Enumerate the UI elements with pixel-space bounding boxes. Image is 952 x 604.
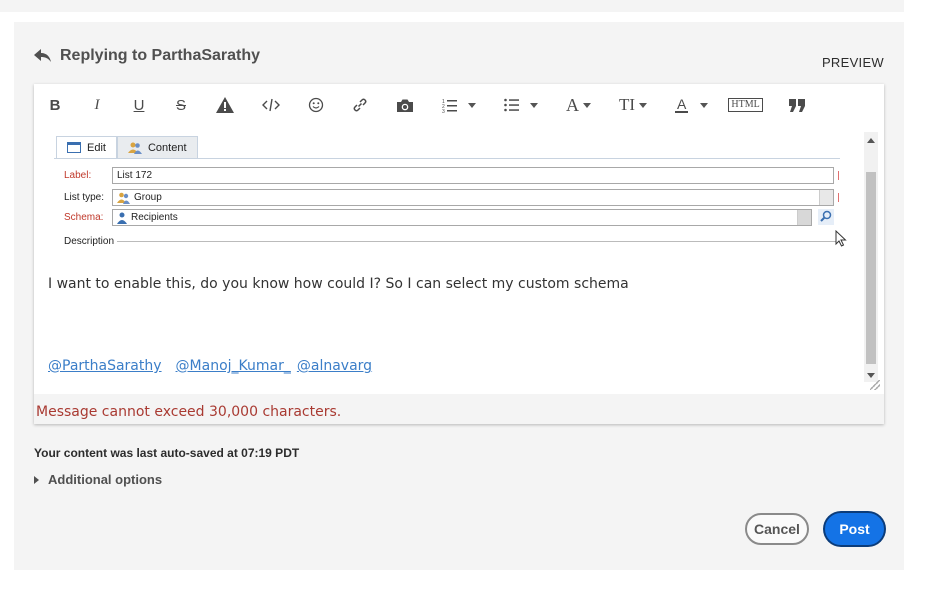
window-icon bbox=[67, 142, 81, 153]
editor-toolbar: B I U S 123 A TI A HTML bbox=[34, 84, 884, 126]
font-size-button[interactable]: TI bbox=[619, 91, 648, 119]
reply-arrow-icon bbox=[34, 49, 51, 62]
quote-icon bbox=[788, 98, 805, 112]
camera-button[interactable] bbox=[396, 91, 414, 119]
screenshot-tab-edit: Edit bbox=[56, 136, 117, 158]
scroll-up-icon[interactable] bbox=[867, 138, 875, 143]
rich-text-editor[interactable]: B I U S 123 A TI A HTML Edit Content Lab… bbox=[34, 84, 884, 424]
person-icon bbox=[117, 212, 127, 224]
strikethrough-button[interactable]: S bbox=[174, 91, 188, 119]
cancel-button[interactable]: Cancel bbox=[745, 513, 809, 545]
mentions-row: @ParthaSarathy @Manoj_Kumar_ @alnavarg bbox=[48, 358, 372, 374]
editor-scrollbar[interactable] bbox=[864, 132, 878, 382]
warning-icon bbox=[216, 97, 234, 113]
resize-handle[interactable] bbox=[870, 380, 880, 390]
reply-title: Replying to ParthaSarathy bbox=[60, 47, 261, 64]
screenshot-tab-label: Content bbox=[147, 141, 187, 154]
font-color-button[interactable]: A bbox=[675, 91, 709, 119]
link-icon bbox=[353, 98, 367, 112]
screenshot-value-text: Group bbox=[134, 192, 162, 203]
embedded-screenshot: Edit Content Label: List 172 List type: bbox=[54, 132, 847, 252]
chevron-down-icon bbox=[530, 102, 538, 108]
emoji-icon bbox=[308, 97, 324, 113]
quote-button[interactable] bbox=[788, 91, 806, 119]
bold-button[interactable]: B bbox=[48, 91, 62, 119]
screenshot-field-label: Schema: bbox=[64, 212, 104, 223]
editor-content[interactable]: Edit Content Label: List 172 List type: bbox=[34, 132, 864, 382]
reply-heading: Replying to ParthaSarathy bbox=[34, 47, 260, 65]
chevron-down-icon bbox=[639, 102, 648, 108]
magnifier-icon bbox=[818, 209, 834, 225]
screenshot-description-label: Description bbox=[64, 236, 115, 247]
top-strip bbox=[0, 0, 904, 12]
svg-text:3: 3 bbox=[442, 109, 445, 113]
screenshot-tab-label: Edit bbox=[87, 141, 106, 154]
html-glyph: HTML bbox=[728, 98, 763, 112]
preview-tab[interactable]: PREVIEW bbox=[822, 55, 884, 70]
screenshot-field-value: Recipients bbox=[112, 209, 812, 226]
camera-icon bbox=[397, 99, 413, 112]
mention-link[interactable]: @alnavarg bbox=[297, 358, 372, 374]
scroll-thumb[interactable] bbox=[866, 172, 876, 364]
required-mark bbox=[838, 193, 839, 202]
code-icon bbox=[262, 98, 280, 112]
post-button[interactable]: Post bbox=[825, 513, 884, 545]
chevron-down-icon bbox=[468, 102, 476, 108]
screenshot-field-label: Label: bbox=[64, 170, 92, 181]
autosave-status: Your content was last auto-saved at 07:1… bbox=[34, 446, 300, 460]
dropdown-icon bbox=[819, 190, 833, 205]
additional-options-toggle[interactable]: Additional options bbox=[34, 472, 162, 487]
screenshot-field-label: List type: bbox=[64, 192, 105, 203]
screenshot-label-row: Label: List 172 bbox=[64, 167, 839, 184]
users-icon bbox=[127, 142, 142, 154]
ordered-list-icon: 123 bbox=[442, 99, 457, 113]
message-body: I want to enable this, do you know how c… bbox=[48, 276, 629, 292]
font-size-glyph: TI bbox=[619, 95, 636, 114]
mention-link[interactable]: @Manoj_Kumar_ bbox=[176, 358, 291, 374]
font-glyph: A bbox=[566, 94, 579, 115]
link-button[interactable] bbox=[352, 91, 368, 119]
screenshot-tab-content: Content bbox=[116, 136, 198, 158]
chevron-down-icon bbox=[583, 102, 591, 108]
bulleted-list-icon bbox=[504, 98, 519, 112]
chevron-down-icon bbox=[700, 102, 709, 108]
screenshot-description: Description bbox=[64, 236, 840, 247]
bulleted-list-button[interactable] bbox=[504, 91, 538, 119]
caret-right-icon bbox=[34, 475, 39, 484]
scroll-down-icon[interactable] bbox=[867, 373, 875, 378]
screenshot-field-value: Group bbox=[112, 189, 839, 206]
screenshot-tabs: Edit Content bbox=[56, 136, 198, 158]
html-button[interactable]: HTML bbox=[728, 91, 763, 119]
font-color-glyph: A bbox=[675, 96, 689, 113]
code-button[interactable] bbox=[262, 91, 280, 119]
screenshot-value-text: List 172 bbox=[117, 170, 153, 181]
screenshot-schema-row: Schema: Recipients bbox=[64, 209, 834, 226]
screenshot-field-value: List 172 bbox=[112, 167, 839, 184]
underline-button[interactable]: U bbox=[132, 91, 146, 119]
emoji-button[interactable] bbox=[308, 91, 324, 119]
group-icon bbox=[117, 192, 130, 204]
font-button[interactable]: A bbox=[566, 91, 591, 119]
mention-link[interactable]: @ParthaSarathy bbox=[48, 358, 162, 374]
required-mark bbox=[838, 171, 839, 180]
divider bbox=[117, 241, 840, 242]
screenshot-divider bbox=[54, 158, 840, 159]
dropdown-icon bbox=[797, 210, 811, 225]
screenshot-value-text: Recipients bbox=[131, 212, 178, 223]
reply-panel: Replying to ParthaSarathy PREVIEW B I U … bbox=[14, 22, 904, 570]
screenshot-listtype-row: List type: Group bbox=[64, 189, 839, 206]
additional-options-label: Additional options bbox=[48, 472, 163, 487]
ordered-list-button[interactable]: 123 bbox=[442, 91, 476, 119]
mouse-cursor-icon bbox=[835, 230, 847, 247]
warning-button[interactable] bbox=[216, 91, 234, 119]
italic-button[interactable]: I bbox=[90, 91, 104, 119]
error-message: Message cannot exceed 30,000 characters. bbox=[36, 404, 342, 420]
